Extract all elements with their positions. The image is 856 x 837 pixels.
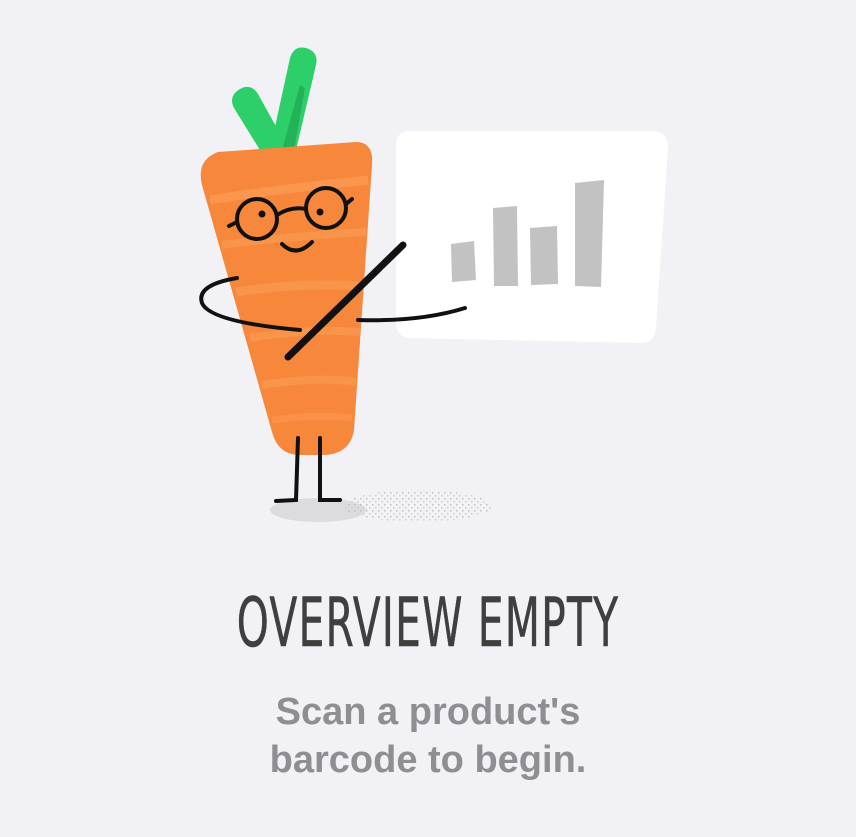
carrot-mascot-illustration [199,47,668,522]
empty-state-message-line-1: Scan a product's [275,691,581,733]
chart-board [396,131,668,343]
carrot-leaves [232,47,317,155]
empty-state-message: Scan a product's barcode to begin. [0,688,856,784]
empty-state-message-line-2: barcode to begin. [269,739,587,781]
empty-state-title: OVERVIEW EMPTY [236,584,620,664]
ground-shadow [270,490,492,522]
